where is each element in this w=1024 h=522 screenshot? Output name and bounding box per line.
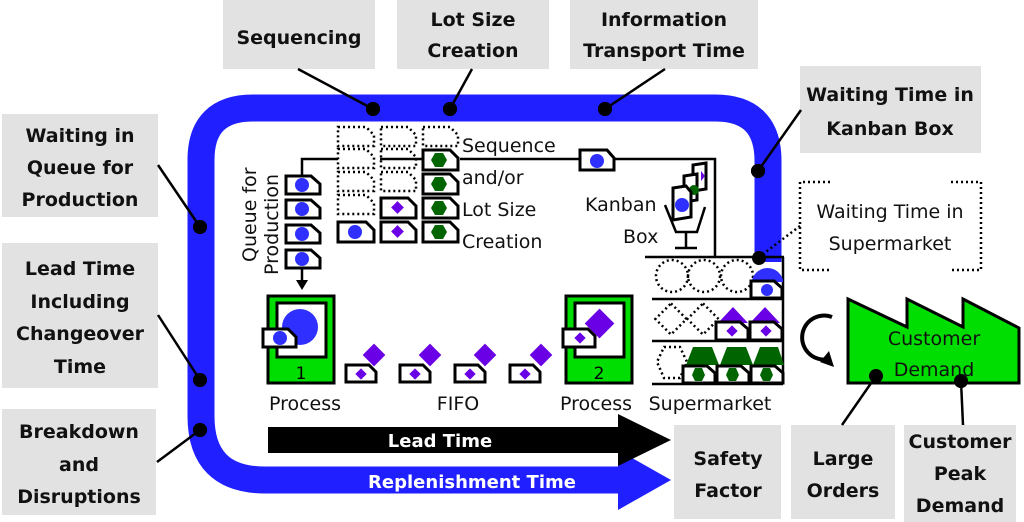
kanban-card bbox=[421, 172, 460, 196]
sequencing-grid bbox=[336, 125, 460, 244]
callout-text: Transport Time bbox=[583, 40, 745, 62]
process-2-number: 2 bbox=[594, 364, 605, 384]
lead-time-label: Lead Time bbox=[388, 431, 492, 452]
kanban-card bbox=[284, 223, 322, 245]
process-1: 1 bbox=[261, 294, 336, 385]
callout-text: Lot Size bbox=[431, 9, 516, 31]
callout-lead-time-changeover: Lead Time Including Changeover Time bbox=[2, 243, 207, 388]
marker-dot bbox=[751, 164, 765, 178]
kanban-box: Kanban Box bbox=[585, 161, 708, 250]
marker-dot bbox=[598, 102, 612, 116]
callout-text: Time bbox=[54, 356, 106, 378]
callout-customer-peak-demand: Customer Peak Demand bbox=[904, 374, 1016, 522]
kanban-card bbox=[421, 148, 460, 172]
kanban-card bbox=[421, 196, 460, 220]
process-1-label: Process bbox=[269, 393, 341, 415]
callout-waiting-in-queue: Waiting in Queue for Production bbox=[2, 114, 207, 234]
fifo-item bbox=[344, 343, 386, 384]
callout-text: Lead Time bbox=[25, 258, 135, 280]
fifo-label: FIFO bbox=[437, 393, 479, 415]
callout-breakdown-disruptions: Breakdown and Disruptions bbox=[2, 409, 207, 515]
callout-text: Customer bbox=[909, 431, 1013, 453]
kanban-card bbox=[284, 198, 322, 220]
lead-time-arrow: Lead Time bbox=[268, 414, 671, 466]
kanban-card bbox=[336, 220, 376, 244]
process-1-number: 1 bbox=[296, 364, 307, 384]
svg-text:Queue for: Queue for bbox=[239, 167, 261, 262]
svg-text:Creation: Creation bbox=[462, 231, 542, 253]
svg-text:Lot Size: Lot Size bbox=[462, 199, 536, 221]
replenishment-time-arrow: Replenishment Time bbox=[265, 450, 671, 510]
callout-safety-factor: Safety Factor bbox=[674, 425, 781, 519]
callout-text: Creation bbox=[427, 40, 518, 62]
customer-label: Customer bbox=[888, 328, 980, 350]
callout-text: Breakdown bbox=[19, 421, 139, 443]
kanban-card bbox=[421, 220, 460, 244]
kanban-card bbox=[284, 174, 322, 196]
kanban-card bbox=[681, 364, 717, 385]
marker-dot bbox=[366, 102, 380, 116]
callout-text: Waiting in bbox=[26, 125, 135, 147]
callout-text: Disruptions bbox=[17, 486, 141, 508]
marker-dot bbox=[954, 374, 968, 388]
fifo-lane bbox=[344, 343, 553, 384]
marker-dot bbox=[193, 373, 207, 387]
arrow-down-icon bbox=[296, 280, 308, 290]
process-2: 2 bbox=[561, 294, 634, 385]
callout-text: Kanban Box bbox=[826, 118, 953, 140]
callout-large-orders: Large Orders bbox=[791, 369, 895, 519]
callout-text: Changeover bbox=[16, 323, 145, 345]
marker-dot bbox=[443, 102, 457, 116]
callout-text: Information bbox=[601, 9, 727, 31]
replenishment-loop bbox=[187, 94, 782, 494]
callout-text: Queue for bbox=[27, 157, 134, 179]
callout-text: Including bbox=[30, 291, 129, 313]
callout-text: Demand bbox=[916, 495, 1004, 517]
kanban-loop-diagram: Replenishment Time Lead Time Sequencing … bbox=[2, 0, 1021, 522]
kanban-card bbox=[714, 320, 750, 342]
replenishment-time-label: Replenishment Time bbox=[368, 472, 576, 493]
callout-waiting-time-supermarket: Waiting Time in Supermarket bbox=[752, 180, 983, 272]
fifo-item bbox=[453, 343, 497, 384]
marker-dot bbox=[869, 369, 883, 383]
callout-text: Sequencing bbox=[236, 27, 361, 49]
callout-waiting-time-kanban-box: Waiting Time in Kanban Box bbox=[751, 66, 981, 178]
kanban-card bbox=[284, 248, 322, 270]
transport-kanban-card bbox=[578, 148, 616, 172]
callout-text: Production bbox=[22, 189, 139, 211]
svg-text:Production: Production bbox=[261, 174, 283, 275]
callout-text: Large bbox=[813, 448, 874, 470]
marker-dot bbox=[193, 423, 207, 437]
svg-text:Sequence: Sequence bbox=[462, 135, 556, 157]
fifo-item bbox=[398, 343, 442, 384]
kanban-card bbox=[749, 364, 785, 385]
callout-text: and bbox=[59, 454, 99, 476]
fifo-item bbox=[508, 343, 553, 384]
kanban-card bbox=[379, 196, 418, 220]
process-2-label: Process bbox=[560, 393, 632, 415]
svg-text:and/or: and/or bbox=[462, 167, 524, 189]
queue-kanban-cards bbox=[284, 174, 322, 270]
callout-text: Peak bbox=[934, 463, 987, 485]
kanban-card bbox=[749, 279, 784, 300]
kanban-card bbox=[379, 220, 418, 244]
callout-text: Safety bbox=[693, 448, 763, 470]
supermarket bbox=[645, 255, 785, 386]
callout-text: Waiting Time in bbox=[816, 201, 963, 223]
marker-dot bbox=[193, 220, 207, 234]
kanban-card bbox=[715, 364, 751, 385]
kanban-card bbox=[748, 320, 784, 342]
svg-text:Box: Box bbox=[623, 226, 658, 248]
callout-text: Factor bbox=[694, 480, 762, 502]
callout-text: Waiting Time in bbox=[806, 84, 974, 106]
svg-text:Sequencing: Sequencing bbox=[236, 27, 361, 49]
supermarket-label: Supermarket bbox=[649, 393, 772, 415]
svg-text:Kanban: Kanban bbox=[585, 194, 657, 216]
withdrawal-cycle-icon bbox=[800, 313, 834, 367]
sequence-lot-size-label: Sequence and/or Lot Size Creation bbox=[462, 135, 556, 253]
queue-for-production-label: Queue for Production bbox=[239, 167, 283, 275]
callout-text: Orders bbox=[807, 480, 880, 502]
callout-text: Supermarket bbox=[829, 233, 952, 255]
